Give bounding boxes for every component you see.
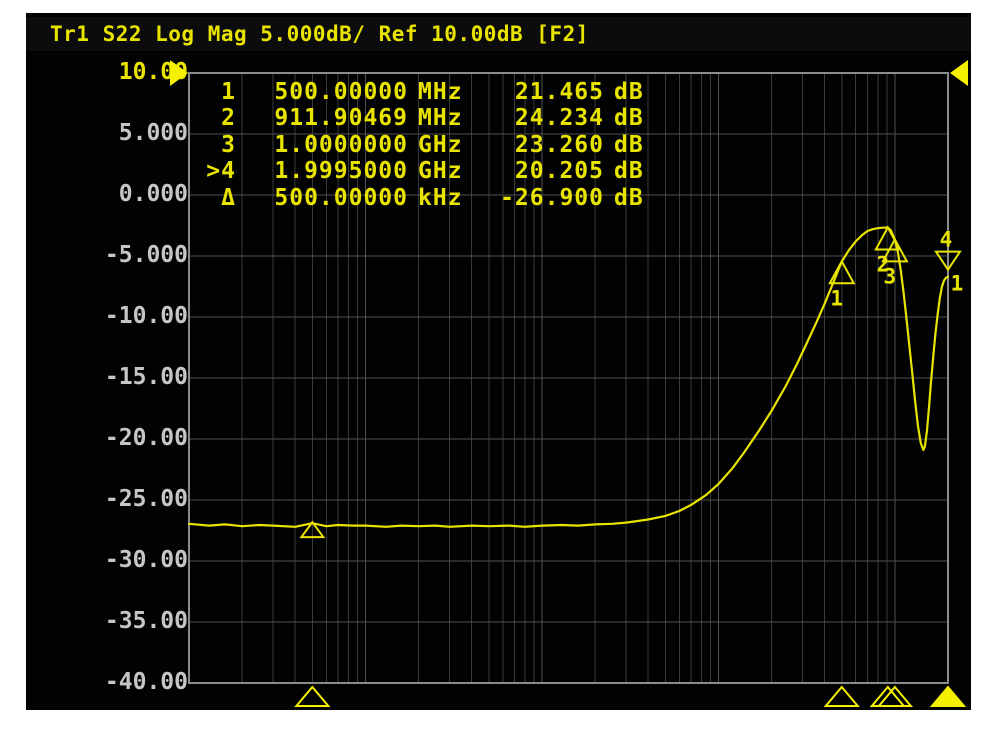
ref-level-indicator-right: [950, 60, 968, 86]
marker-table-cell: 500.00000: [236, 185, 408, 211]
marker-table-cell: -26.900: [474, 185, 604, 211]
marker-table-cell: 500.00000: [236, 79, 408, 105]
marker-table-cell: 911.90469: [236, 105, 408, 131]
vna-screen-page: Tr1 S22 Log Mag 5.000dB/ Ref 10.00dB [F2…: [0, 0, 1000, 730]
marker-table-cell: 24.234: [474, 105, 604, 131]
marker-table-cell: dB: [604, 79, 648, 105]
marker-table-row[interactable]: >41.9995000GHz20.205dB: [196, 158, 648, 184]
trace-marker-4[interactable]: 41: [936, 228, 963, 296]
ref-level-indicator-left: [170, 60, 188, 86]
marker-readout-table: 1500.00000MHz21.465dB2911.90469MHz24.234…: [196, 79, 648, 211]
marker-table-cell: 21.465: [474, 79, 604, 105]
marker-table-cell: dB: [604, 158, 648, 184]
marker-table-cell: GHz: [408, 158, 474, 184]
marker-sub-label: 1: [951, 272, 964, 296]
marker-number-label: 1: [830, 286, 843, 310]
marker-table-cell: MHz: [408, 105, 474, 131]
marker-table-cell: 23.260: [474, 132, 604, 158]
stimulus-marker-1-icon: [826, 687, 858, 706]
marker-table-cell: >4: [196, 158, 236, 184]
marker-table-cell: 2: [196, 105, 236, 131]
marker-table-cell: dB: [604, 185, 648, 211]
marker-table-row[interactable]: 31.0000000GHz23.260dB: [196, 132, 648, 158]
marker-table-row[interactable]: 2911.90469MHz24.234dB: [196, 105, 648, 131]
stimulus-marker-4-icon: [932, 687, 964, 706]
marker-table-cell: dB: [604, 132, 648, 158]
marker-number-label: 4: [940, 228, 953, 252]
marker-table-cell: Δ: [196, 185, 236, 211]
trace-s22-logmag[interactable]: [189, 228, 948, 527]
marker-table-cell: GHz: [408, 132, 474, 158]
stimulus-marker-Δ-icon: [296, 687, 328, 706]
marker-table-cell: 1.9995000: [236, 158, 408, 184]
marker-table-cell: kHz: [408, 185, 474, 211]
marker-table-row[interactable]: Δ500.00000kHz-26.900dB: [196, 185, 648, 211]
marker-table-cell: MHz: [408, 79, 474, 105]
marker-number-label: 3: [884, 264, 897, 288]
marker-table-cell: 1: [196, 79, 236, 105]
marker-table-cell: 1.0000000: [236, 132, 408, 158]
marker-table-row[interactable]: 1500.00000MHz21.465dB: [196, 79, 648, 105]
marker-table-cell: 3: [196, 132, 236, 158]
marker-table-cell: dB: [604, 105, 648, 131]
marker-table-cell: 20.205: [474, 158, 604, 184]
